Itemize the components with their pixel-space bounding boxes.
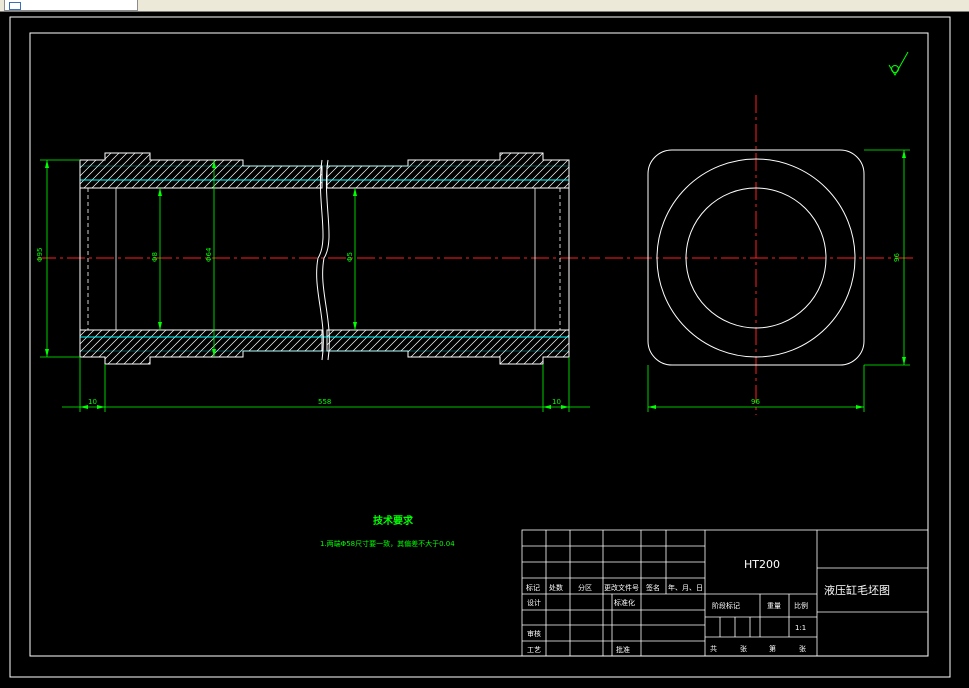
document-tab-strip — [0, 0, 969, 12]
dim-left-end: 10 — [88, 398, 97, 406]
tb-header-zone: 分区 — [578, 583, 592, 592]
tb-sheets-number: 第 — [769, 644, 776, 653]
tb-sheets-unit-1: 张 — [740, 644, 747, 653]
tb-sheets-total: 共 — [710, 644, 717, 653]
tb-header-change-doc: 更改文件号 — [604, 583, 639, 592]
tb-material: HT200 — [744, 558, 780, 571]
tb-header-sign: 签名 — [646, 583, 660, 592]
drawing-file-icon — [9, 2, 21, 10]
tb-standardization-label: 标准化 — [614, 598, 635, 607]
dim-bore-right: Φ5 — [346, 252, 354, 262]
section-view: Φ95 Φ8 Φ64 Φ5 10 558 10 — [36, 152, 600, 412]
tb-weight-label: 重量 — [767, 602, 781, 610]
tb-design-label: 设计 — [527, 598, 541, 607]
drawing-tab[interactable] — [4, 0, 138, 11]
tb-header-mark: 标记 — [526, 583, 540, 592]
end-view: 96 96 — [605, 95, 915, 415]
dim-end-width: 96 — [751, 398, 760, 406]
tb-header-date: 年、月、日 — [668, 583, 703, 592]
notes-title: 技术要求 — [373, 514, 414, 527]
tb-drawing-name: 液压缸毛坯图 — [824, 583, 890, 597]
tb-stage-label: 阶段标记 — [712, 601, 740, 610]
tb-review-label: 审核 — [527, 629, 541, 638]
tb-process-label: 工艺 — [527, 646, 541, 654]
tb-sheets-unit-2: 张 — [799, 644, 806, 653]
tb-header-count: 处数 — [549, 583, 563, 592]
tb-approve-label: 批准 — [616, 645, 630, 654]
dim-end-height: 96 — [893, 253, 901, 262]
tb-scale-label: 比例 — [794, 601, 808, 610]
surface-finish-symbol — [888, 51, 909, 76]
cad-model-space[interactable]: Φ95 Φ8 Φ64 Φ5 10 558 10 96 96 技术要求 1.两端Φ… — [0, 12, 969, 684]
dim-bore-mid: Φ64 — [205, 247, 213, 262]
dim-outer-diameter: Φ95 — [36, 248, 44, 262]
dim-bore-left: Φ8 — [151, 252, 159, 262]
tb-scale-value: 1:1 — [795, 624, 806, 632]
notes-line-1: 1.两端Φ58尺寸要一致，其偏差不大于0.04 — [320, 539, 455, 548]
dim-right-end: 10 — [552, 398, 561, 406]
dim-overall-length: 558 — [318, 398, 331, 406]
